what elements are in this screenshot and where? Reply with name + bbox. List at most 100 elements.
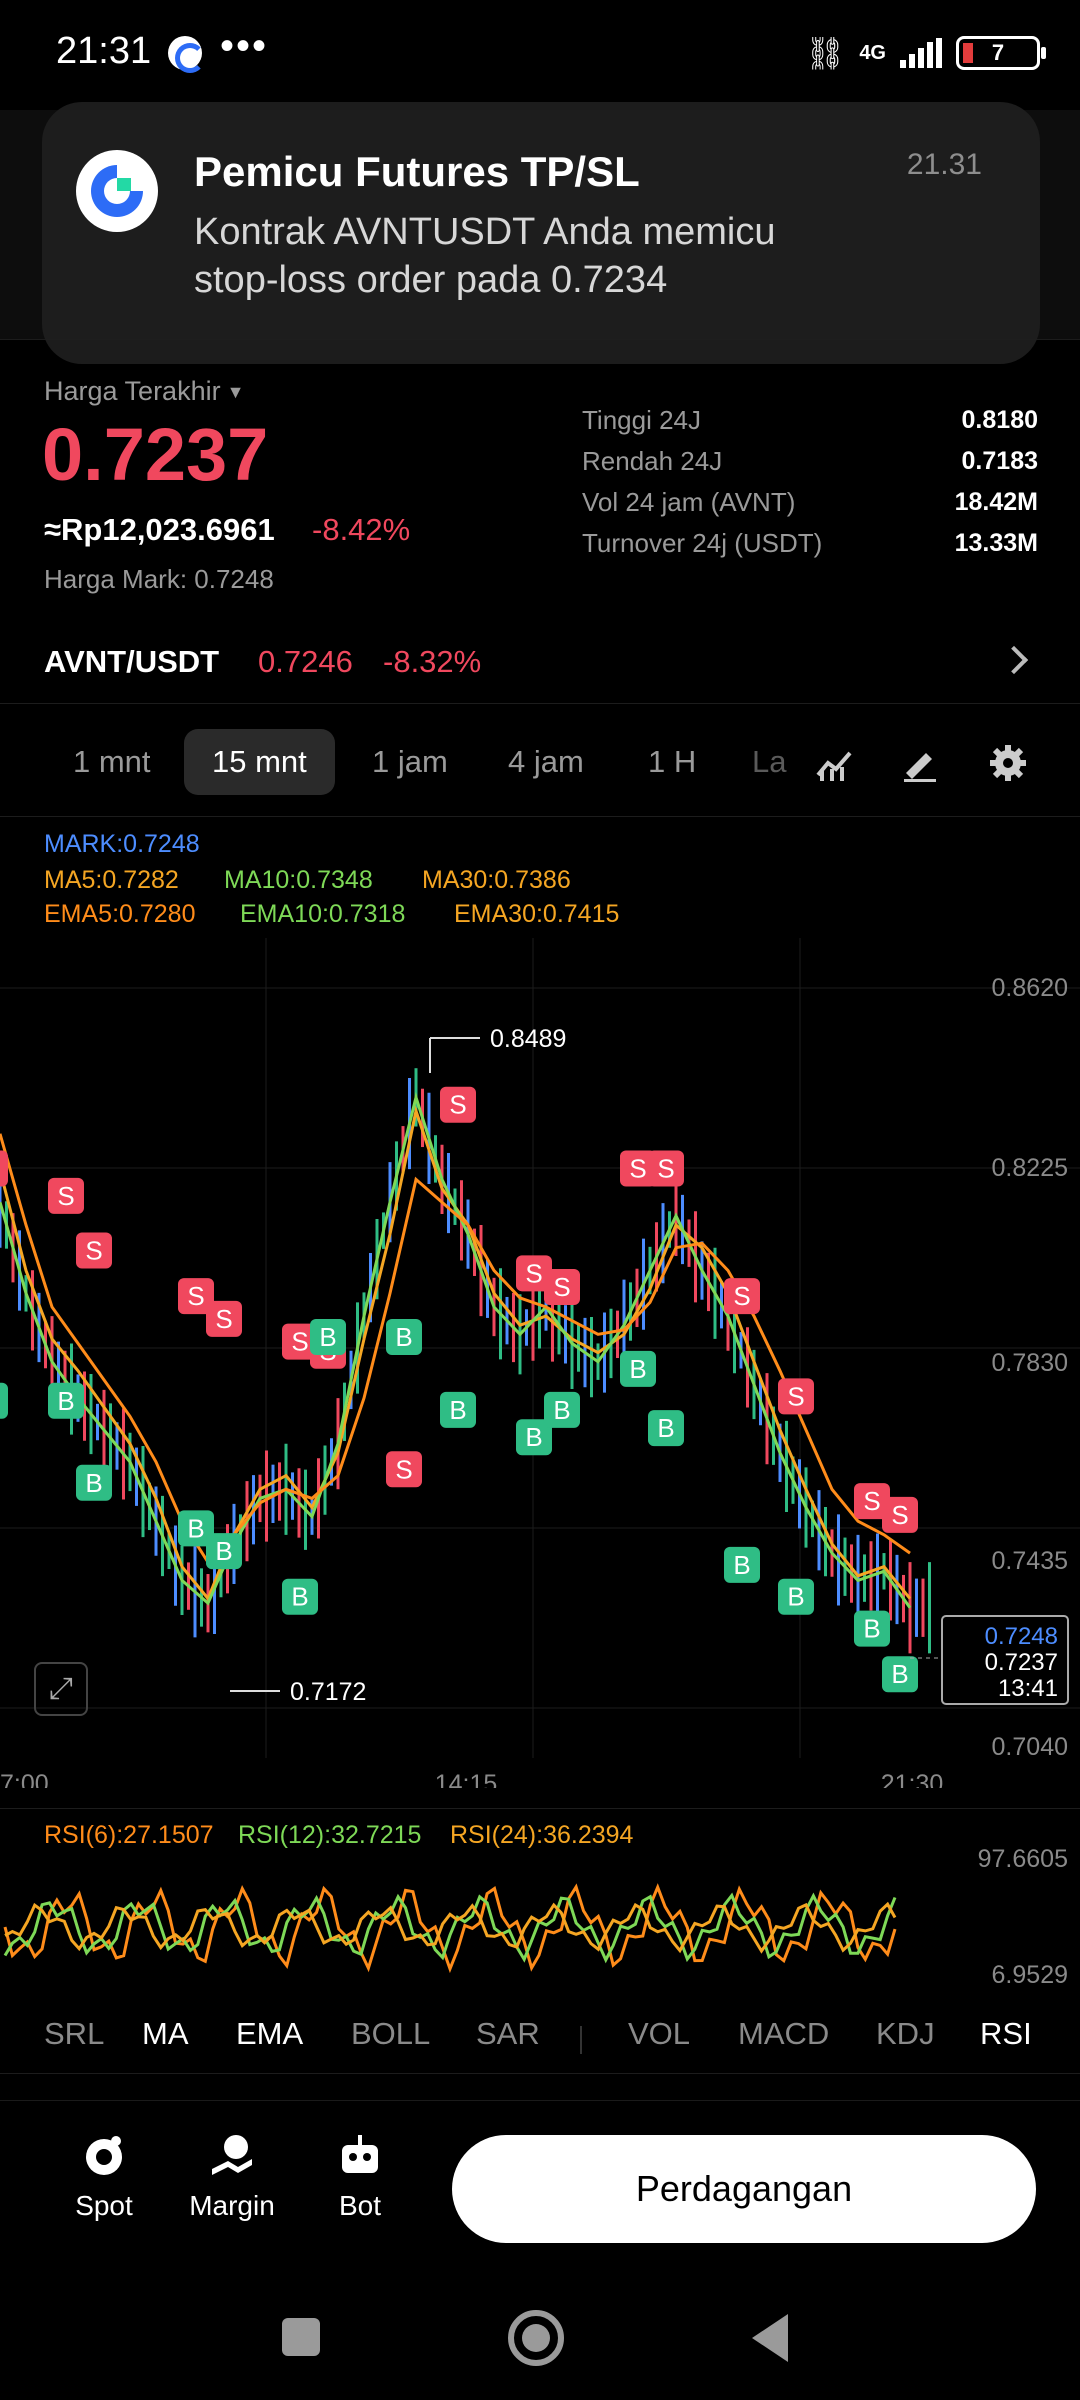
fullscreen-expand-icon[interactable]: ⤢ [34,1662,88,1716]
battery-level: 7 [991,40,1005,65]
tab-vol[interactable]: VOL [628,2016,690,2052]
spot-label: Spot [75,2190,133,2221]
tab-1m[interactable]: 1 mnt [45,729,179,795]
margin-button[interactable]: Margin [172,2131,292,2222]
current-last: 0.7237 [985,1649,1058,1676]
more-notifications-icon: ••• [220,24,269,68]
tab-macd[interactable]: MACD [738,2016,829,2052]
recents-icon[interactable] [282,2318,320,2356]
battery-icon: 7 [956,36,1046,70]
tab-more[interactable]: La [724,729,814,795]
stat-label: Tinggi 24J [582,405,701,435]
draw-pen-icon[interactable] [900,743,940,783]
stat-label: Turnover 24j (USDT) [582,528,823,558]
buy-marker [0,1382,8,1419]
marker-label: S [553,1272,570,1302]
marker-label: S [657,1154,674,1184]
rsi-bottom: 6.9529 [991,1961,1068,1989]
caret-down-icon: ▼ [226,382,245,403]
notification-time: 21.31 [906,148,982,181]
interval-tabs: 1 mnt 15 mnt 1 jam 4 jam 1 H La [0,705,1080,817]
tab-ma[interactable]: MA [142,2016,189,2052]
marker-label: B [733,1550,750,1580]
ma-line [0,1091,912,1609]
marker-label: S [215,1304,232,1334]
home-icon[interactable] [508,2310,564,2366]
network-type-icon: 4G [859,42,886,64]
low-label: 0.7172 [290,1678,366,1706]
chart-canvas[interactable]: SSSSSSSSSSSSSSSSSBBBBBBBBBBBBBBBBB 0.862… [0,818,1080,1788]
tab-sar[interactable]: SAR [476,2016,540,2052]
system-nav-bar [0,2272,1080,2400]
marker-label: B [57,1386,74,1416]
last-price: 0.7237 [42,413,269,496]
last-price-label: Harga Terakhir [44,376,221,406]
marker-label: S [629,1154,646,1184]
divider [580,2026,582,2054]
tab-1h[interactable]: 1 jam [344,729,476,795]
current-mark: 0.7248 [985,1623,1058,1650]
hotspot-link-icon: ⛓ [804,35,846,71]
stat-value: 13.33M [954,529,1038,557]
marker-label: S [57,1181,74,1211]
settings-gear-icon[interactable] [988,743,1028,783]
stat-row: Tinggi 24J 0.8180 [582,400,1038,441]
marker-label: B [891,1659,908,1689]
marker-label: S [863,1486,880,1516]
marker-label: B [787,1582,804,1612]
tab-ema[interactable]: EMA [236,2016,303,2052]
idr-value: ≈Rp12,023.6961 [44,512,275,547]
y-tick: 0.7435 [992,1547,1068,1575]
last-price-selector[interactable]: Harga Terakhir ▼ [44,376,244,407]
mark-label: Harga Mark: [44,564,188,594]
pair-price: 0.7246 [258,644,353,679]
spot-pair-link[interactable]: AVNT/USDT 0.7246 -8.32% [0,624,1080,704]
pair-change: -8.32% [383,644,482,679]
tab-1d[interactable]: 1 H [620,729,724,795]
y-tick: 0.7040 [992,1733,1068,1761]
stat-row: Vol 24 jam (AVNT) 18.42M [582,482,1038,523]
push-notification[interactable]: Pemicu Futures TP/SL 21.31 Kontrak AVNTU… [42,102,1040,364]
stat-label: Rendah 24J [582,446,723,476]
marker-label: B [657,1413,674,1443]
tab-srl[interactable]: SRL [44,2016,104,2052]
rsi-line [4,1901,897,1954]
chevron-right-icon [999,645,1029,675]
marker-label: S [85,1236,102,1266]
stat-value: 18.42M [954,488,1038,516]
spot-button[interactable]: Spot [44,2131,164,2222]
app-notification-icon [168,36,205,73]
tab-kdj[interactable]: KDJ [876,2016,935,2052]
tab-4h[interactable]: 4 jam [480,729,612,795]
marker-label: S [733,1281,750,1311]
gate-logo-icon [76,150,158,232]
back-icon[interactable] [752,2314,788,2362]
countdown: 13:41 [998,1675,1058,1702]
marker-label: B [863,1614,880,1644]
tab-rsi[interactable]: RSI [980,2016,1032,2052]
marker-label: B [449,1395,466,1425]
marker-label: S [525,1258,542,1288]
stat-value: 0.7183 [961,447,1038,475]
bottom-nav: Spot Margin Bot Perdagangan [0,2100,1080,2270]
mark-price: Harga Mark: 0.7248 [44,564,274,595]
price-chart[interactable]: MARK:0.7248 MA5:0.7282 MA10:0.7348 MA30:… [0,818,1080,1788]
bot-icon [342,2135,378,2173]
rsi-canvas [3,1883,897,1974]
tab-15m[interactable]: 15 mnt [184,729,335,795]
x-tick: 14:15 [435,1770,498,1788]
trade-button[interactable]: Perdagangan [452,2135,1036,2243]
mark-value: 0.7248 [194,564,274,594]
tab-boll[interactable]: BOLL [351,2016,430,2052]
bot-button[interactable]: Bot [300,2131,420,2222]
marker-label: B [629,1354,646,1384]
sell-marker [0,1150,8,1187]
stat-value: 0.8180 [961,406,1038,434]
indicator-icon[interactable] [814,743,854,783]
rsi-panel: RSI(6):27.1507 RSI(12):32.7215 RSI(24):3… [0,1808,1080,1998]
rsi-line [3,1883,897,1974]
margin-icon [212,2135,252,2175]
marker-label: B [319,1322,336,1352]
marker-label: B [291,1582,308,1612]
rsi12-legend: RSI(12):32.7215 [238,1821,422,1849]
